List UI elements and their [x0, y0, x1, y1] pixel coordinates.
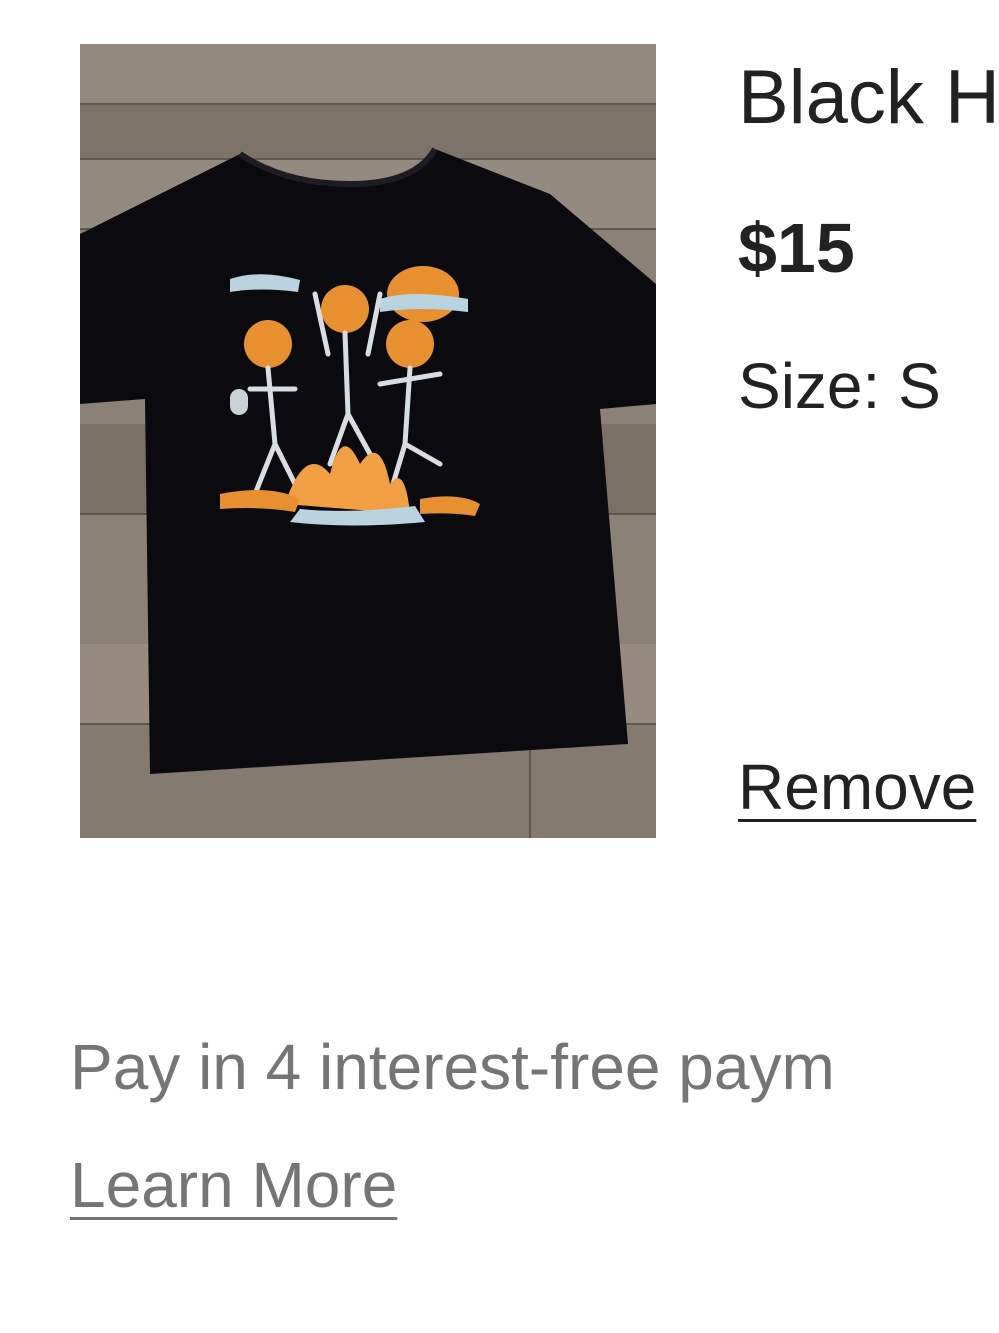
- remove-link[interactable]: Remove: [738, 755, 976, 819]
- tshirt-photo: [80, 44, 656, 838]
- installments-note: Pay in 4 interest-free paym: [70, 1031, 835, 1103]
- product-title[interactable]: Black H: [738, 60, 999, 136]
- product-size: Size: S: [738, 350, 941, 422]
- learn-more-link[interactable]: Learn More: [70, 1153, 397, 1217]
- product-price: $15: [738, 209, 855, 287]
- product-image[interactable]: [80, 44, 656, 838]
